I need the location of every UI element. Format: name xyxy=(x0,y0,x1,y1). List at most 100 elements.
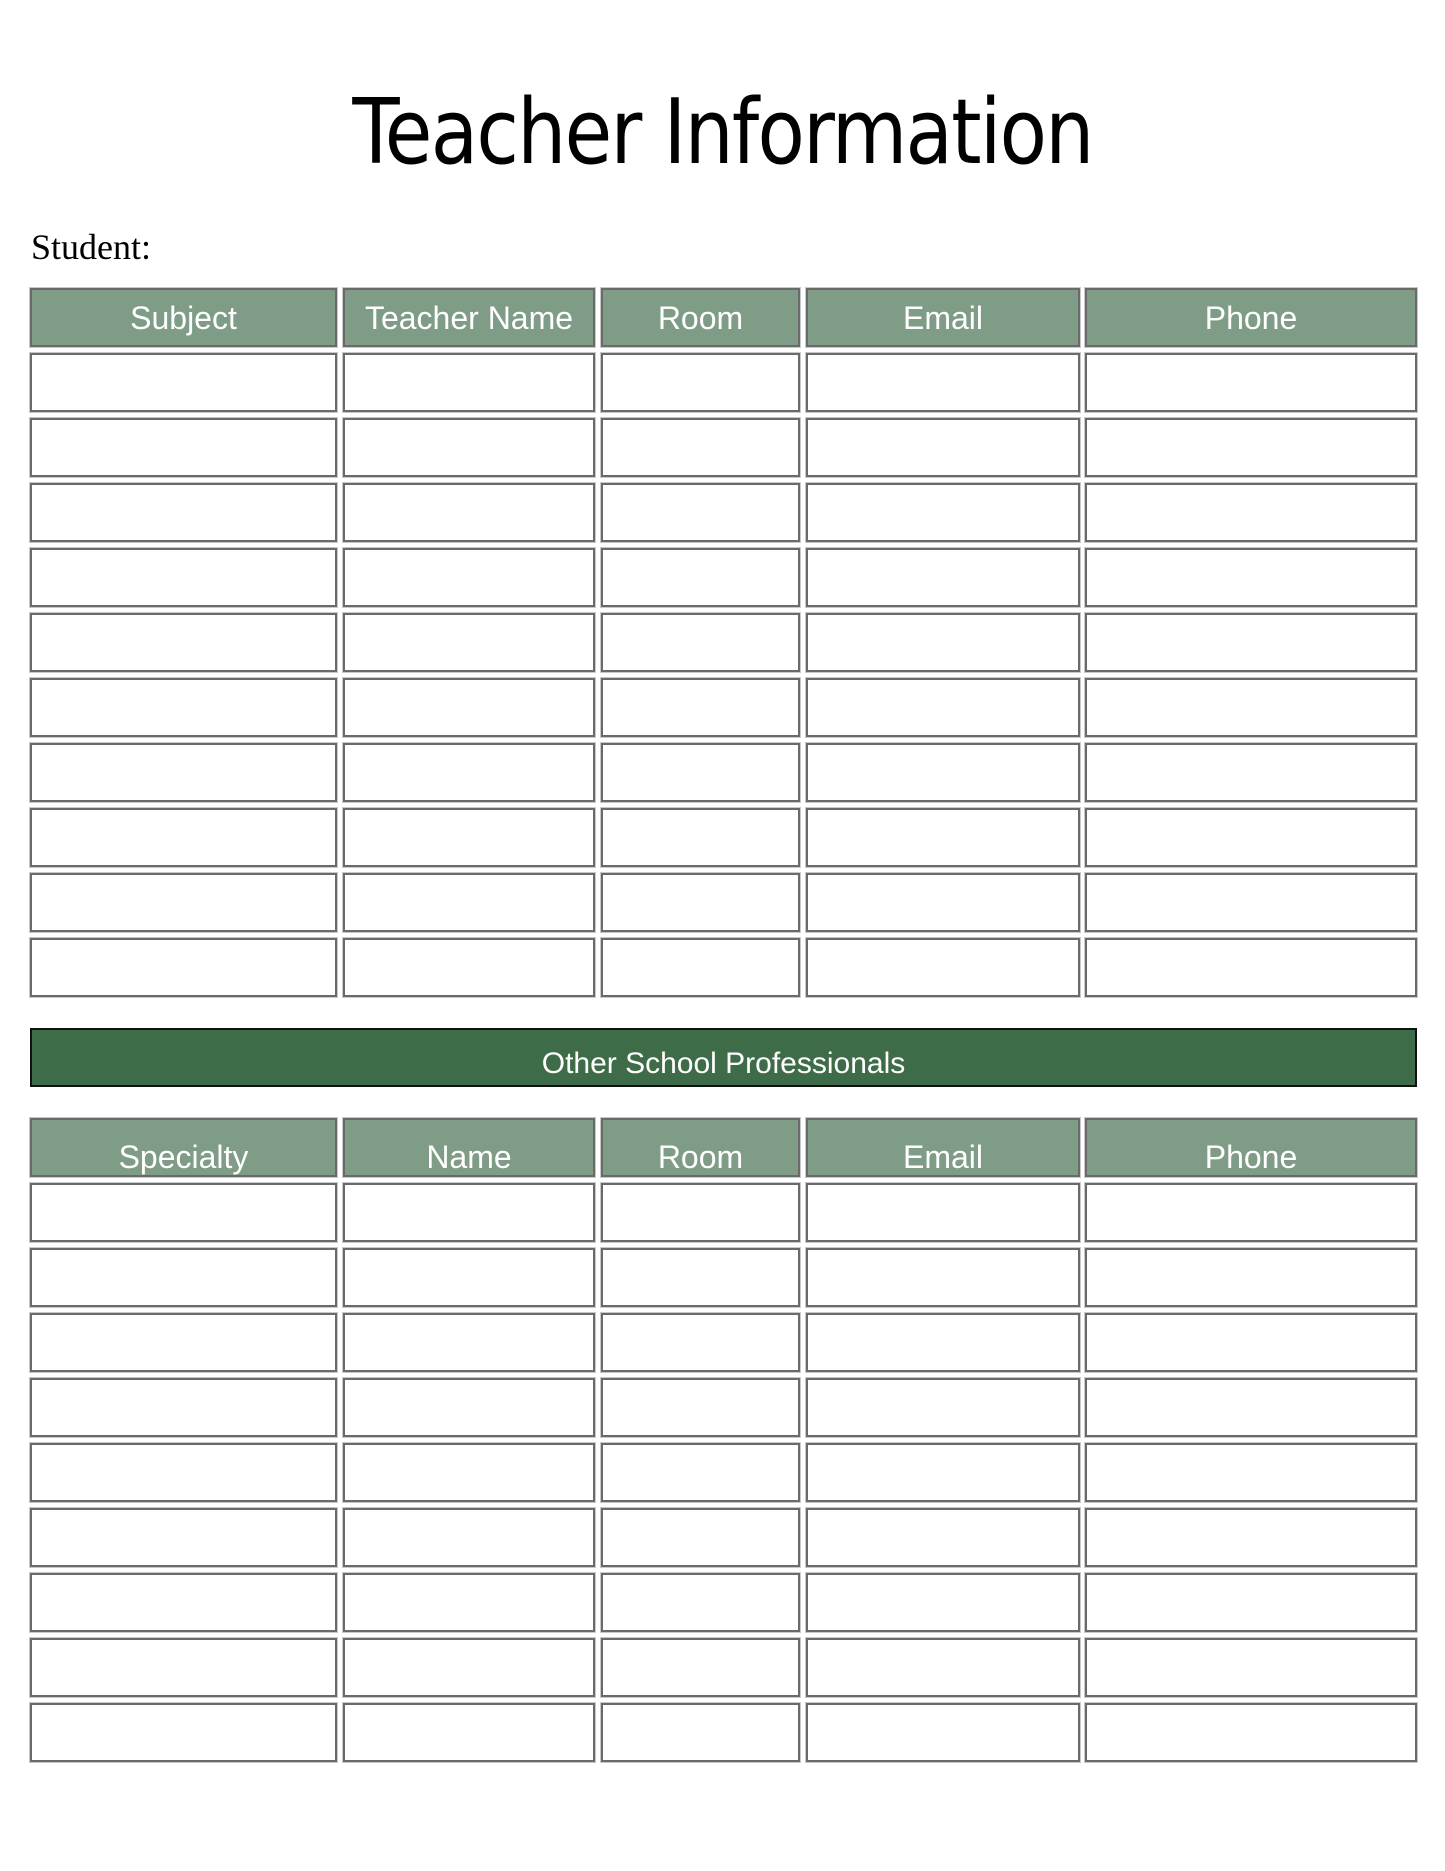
teachers-cell[interactable] xyxy=(343,548,595,607)
professionals-cell[interactable] xyxy=(343,1313,595,1372)
professionals-cell[interactable] xyxy=(601,1443,800,1502)
professionals-cell[interactable] xyxy=(1085,1313,1417,1372)
teachers-cell[interactable] xyxy=(1085,873,1417,932)
teachers-cell[interactable] xyxy=(30,873,337,932)
professionals-cell[interactable] xyxy=(30,1443,337,1502)
professionals-cell[interactable] xyxy=(601,1378,800,1437)
teachers-cell[interactable] xyxy=(30,353,337,412)
column-header-label: Room xyxy=(657,1139,744,1175)
teachers-cell[interactable] xyxy=(30,678,337,737)
teachers-cell[interactable] xyxy=(1085,613,1417,672)
teachers-cell[interactable] xyxy=(30,613,337,672)
teachers-cell[interactable] xyxy=(1085,353,1417,412)
teachers-cell[interactable] xyxy=(601,808,800,867)
teachers-cell[interactable] xyxy=(30,808,337,867)
professionals-cell[interactable] xyxy=(806,1573,1080,1632)
teachers-cell[interactable] xyxy=(601,873,800,932)
teachers-cell[interactable] xyxy=(343,743,595,802)
professionals-cell[interactable] xyxy=(601,1183,800,1242)
professionals-cell[interactable] xyxy=(806,1703,1080,1762)
teachers-cell[interactable] xyxy=(806,353,1080,412)
teachers-header-phone: Phone xyxy=(1085,288,1417,347)
teachers-cell[interactable] xyxy=(806,548,1080,607)
teachers-cell[interactable] xyxy=(601,938,800,997)
teachers-cell[interactable] xyxy=(1085,418,1417,477)
teachers-cell[interactable] xyxy=(1085,678,1417,737)
teachers-cell[interactable] xyxy=(1085,808,1417,867)
column-header-label: Phone xyxy=(1204,1139,1298,1175)
professionals-cell[interactable] xyxy=(30,1508,337,1567)
teachers-cell[interactable] xyxy=(343,613,595,672)
professionals-cell[interactable] xyxy=(1085,1638,1417,1697)
professionals-cell[interactable] xyxy=(30,1638,337,1697)
teachers-cell[interactable] xyxy=(806,418,1080,477)
professionals-cell[interactable] xyxy=(806,1248,1080,1307)
professionals-cell[interactable] xyxy=(343,1573,595,1632)
professionals-cell[interactable] xyxy=(1085,1248,1417,1307)
professionals-cell[interactable] xyxy=(1085,1378,1417,1437)
teachers-cell[interactable] xyxy=(806,873,1080,932)
professionals-cell[interactable] xyxy=(343,1378,595,1437)
professionals-cell[interactable] xyxy=(601,1703,800,1762)
teachers-cell[interactable] xyxy=(343,938,595,997)
professionals-cell[interactable] xyxy=(1085,1573,1417,1632)
professionals-cell[interactable] xyxy=(601,1573,800,1632)
column-header-label: Email xyxy=(902,1139,983,1175)
teachers-cell[interactable] xyxy=(601,483,800,542)
professionals-cell[interactable] xyxy=(343,1443,595,1502)
professionals-cell[interactable] xyxy=(30,1248,337,1307)
teachers-cell[interactable] xyxy=(1085,548,1417,607)
teachers-cell[interactable] xyxy=(806,483,1080,542)
teachers-cell[interactable] xyxy=(343,873,595,932)
teachers-cell[interactable] xyxy=(601,548,800,607)
professionals-cell[interactable] xyxy=(806,1183,1080,1242)
teachers-cell[interactable] xyxy=(343,808,595,867)
teachers-cell[interactable] xyxy=(806,613,1080,672)
professionals-cell[interactable] xyxy=(1085,1443,1417,1502)
professionals-cell[interactable] xyxy=(343,1508,595,1567)
teachers-cell[interactable] xyxy=(30,938,337,997)
teachers-cell[interactable] xyxy=(1085,483,1417,542)
teachers-cell[interactable] xyxy=(1085,743,1417,802)
professionals-cell[interactable] xyxy=(806,1638,1080,1697)
page-title: Teacher Information xyxy=(352,80,1094,185)
teachers-cell[interactable] xyxy=(806,743,1080,802)
professionals-cell[interactable] xyxy=(1085,1508,1417,1567)
professionals-cell[interactable] xyxy=(806,1508,1080,1567)
teachers-cell[interactable] xyxy=(601,418,800,477)
teachers-cell[interactable] xyxy=(806,808,1080,867)
professionals-cell[interactable] xyxy=(30,1313,337,1372)
professionals-cell[interactable] xyxy=(601,1313,800,1372)
teachers-cell[interactable] xyxy=(343,483,595,542)
teachers-cell[interactable] xyxy=(343,353,595,412)
professionals-cell[interactable] xyxy=(30,1183,337,1242)
professionals-cell[interactable] xyxy=(343,1638,595,1697)
teachers-cell[interactable] xyxy=(343,678,595,737)
teachers-cell[interactable] xyxy=(343,418,595,477)
professionals-cell[interactable] xyxy=(601,1248,800,1307)
professionals-cell[interactable] xyxy=(601,1508,800,1567)
professionals-cell[interactable] xyxy=(30,1378,337,1437)
professionals-cell[interactable] xyxy=(343,1183,595,1242)
teachers-cell[interactable] xyxy=(1085,938,1417,997)
teachers-cell[interactable] xyxy=(30,418,337,477)
teachers-cell[interactable] xyxy=(601,743,800,802)
professionals-cell[interactable] xyxy=(806,1378,1080,1437)
professionals-cell[interactable] xyxy=(1085,1183,1417,1242)
professionals-cell[interactable] xyxy=(601,1638,800,1697)
professionals-cell[interactable] xyxy=(1085,1703,1417,1762)
professionals-cell[interactable] xyxy=(806,1443,1080,1502)
professionals-cell[interactable] xyxy=(343,1703,595,1762)
teachers-cell[interactable] xyxy=(806,938,1080,997)
teachers-cell[interactable] xyxy=(30,548,337,607)
professionals-cell[interactable] xyxy=(30,1703,337,1762)
professionals-cell[interactable] xyxy=(30,1573,337,1632)
teachers-cell[interactable] xyxy=(30,483,337,542)
teachers-cell[interactable] xyxy=(601,678,800,737)
teachers-cell[interactable] xyxy=(30,743,337,802)
teachers-cell[interactable] xyxy=(806,678,1080,737)
professionals-cell[interactable] xyxy=(343,1248,595,1307)
professionals-cell[interactable] xyxy=(806,1313,1080,1372)
teachers-cell[interactable] xyxy=(601,353,800,412)
teachers-cell[interactable] xyxy=(601,613,800,672)
